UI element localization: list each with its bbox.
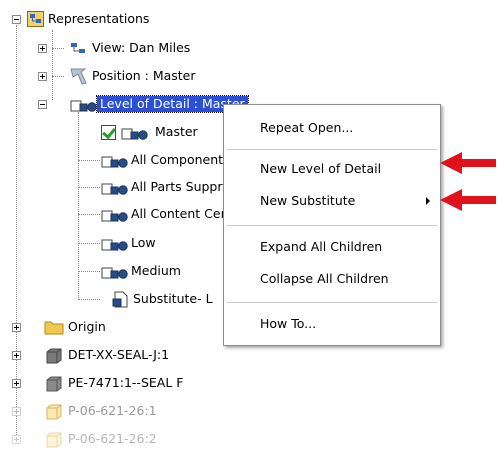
tree-node-part[interactable]: P-06-621-26:2 — [0, 428, 220, 450]
collapse-toggle[interactable] — [38, 100, 47, 109]
collapse-toggle[interactable] — [12, 15, 21, 24]
expand-toggle[interactable] — [12, 323, 21, 332]
lod-item-low[interactable]: Low — [0, 232, 230, 254]
menu-item-new-level-of-detail[interactable]: New Level of Detail — [224, 158, 440, 180]
submenu-arrow-icon — [426, 197, 430, 205]
tree-node-part[interactable]: P-06-621-26:1 — [0, 400, 220, 422]
tree-node-view[interactable]: View: Dan Miles — [0, 37, 220, 59]
tree-node-part[interactable]: PE-7471:1--SEAL F — [0, 372, 220, 394]
tree-label: P-06-621-26:1 — [68, 403, 157, 418]
lod-icon — [101, 264, 129, 287]
lod-icon — [101, 153, 129, 171]
tree-label: Master — [155, 124, 198, 139]
menu-item-repeat-open[interactable]: Repeat Open... — [224, 117, 440, 139]
tree-label: All Parts Suppressed — [131, 179, 230, 194]
expand-toggle[interactable] — [12, 407, 21, 416]
lod-item-master[interactable]: Master — [0, 121, 230, 143]
callout-arrow-icon — [440, 189, 496, 211]
representations-icon — [27, 11, 44, 34]
lod-icon — [101, 180, 129, 198]
tree-label: Substitute- L — [133, 291, 213, 306]
expand-toggle[interactable] — [12, 379, 21, 388]
part-icon — [46, 404, 62, 427]
level-of-detail-icon — [70, 97, 98, 120]
tree-label: Low — [131, 235, 156, 250]
menu-item-label: Expand All Children — [260, 239, 383, 254]
folder-icon — [44, 320, 64, 342]
menu-separator — [227, 225, 437, 226]
view-icon — [70, 41, 88, 63]
tree-node-part[interactable]: DET-XX-SEAL-J:1 — [0, 344, 220, 366]
menu-item-label: Repeat Open... — [260, 120, 354, 135]
tree-label: DET-XX-SEAL-J:1 — [68, 347, 170, 362]
tree-label: Origin — [68, 319, 106, 334]
substitute-icon — [112, 291, 130, 310]
tree-label: View: Dan Miles — [92, 40, 191, 55]
position-icon — [70, 67, 88, 92]
lod-icon — [101, 236, 129, 259]
part-icon — [46, 432, 62, 455]
expand-toggle[interactable] — [38, 44, 47, 53]
lod-icon — [121, 125, 149, 148]
tree-label: All Content Center Suppressed — [131, 206, 230, 221]
tree-node-position[interactable]: Position : Master — [0, 65, 220, 87]
menu-item-label: New Level of Detail — [260, 161, 382, 176]
lod-icon — [101, 207, 129, 225]
menu-item-new-substitute[interactable]: New Substitute — [224, 190, 440, 212]
tree-label: PE-7471:1--SEAL F — [68, 375, 184, 390]
lod-item[interactable]: All Components Suppressed — [0, 149, 230, 171]
tree-label: P-06-621-26:2 — [68, 431, 157, 446]
expand-toggle[interactable] — [12, 351, 21, 360]
lod-item[interactable]: All Content Center Suppressed — [0, 203, 230, 225]
menu-separator — [227, 302, 437, 303]
menu-item-label: New Substitute — [260, 193, 356, 208]
active-checkbox[interactable] — [101, 125, 116, 140]
menu-item-collapse-all-children[interactable]: Collapse All Children — [224, 268, 440, 290]
tree-label: Representations — [48, 11, 150, 26]
expand-toggle[interactable] — [12, 435, 21, 444]
menu-item-expand-all-children[interactable]: Expand All Children — [224, 236, 440, 258]
part-icon — [46, 376, 62, 399]
tree-label: Medium — [131, 263, 181, 278]
expand-toggle[interactable] — [38, 72, 47, 81]
menu-item-how-to[interactable]: How To... — [224, 313, 440, 335]
tree-node-origin[interactable]: Origin — [0, 316, 200, 338]
lod-item-substitute[interactable]: Substitute- L — [0, 288, 230, 310]
menu-item-label: Collapse All Children — [260, 271, 389, 286]
context-menu: Repeat Open... New Level of Detail New S… — [223, 104, 441, 346]
part-icon — [46, 348, 62, 371]
callout-arrow-icon — [440, 152, 496, 174]
tree-node-representations[interactable]: Representations — [0, 8, 200, 30]
menu-separator — [227, 149, 437, 150]
tree-label: Position : Master — [92, 68, 196, 83]
lod-item-medium[interactable]: Medium — [0, 260, 230, 282]
lod-item[interactable]: All Parts Suppressed — [0, 176, 230, 198]
menu-item-label: How To... — [260, 316, 317, 331]
tree-label: All Components Suppressed — [131, 152, 230, 167]
